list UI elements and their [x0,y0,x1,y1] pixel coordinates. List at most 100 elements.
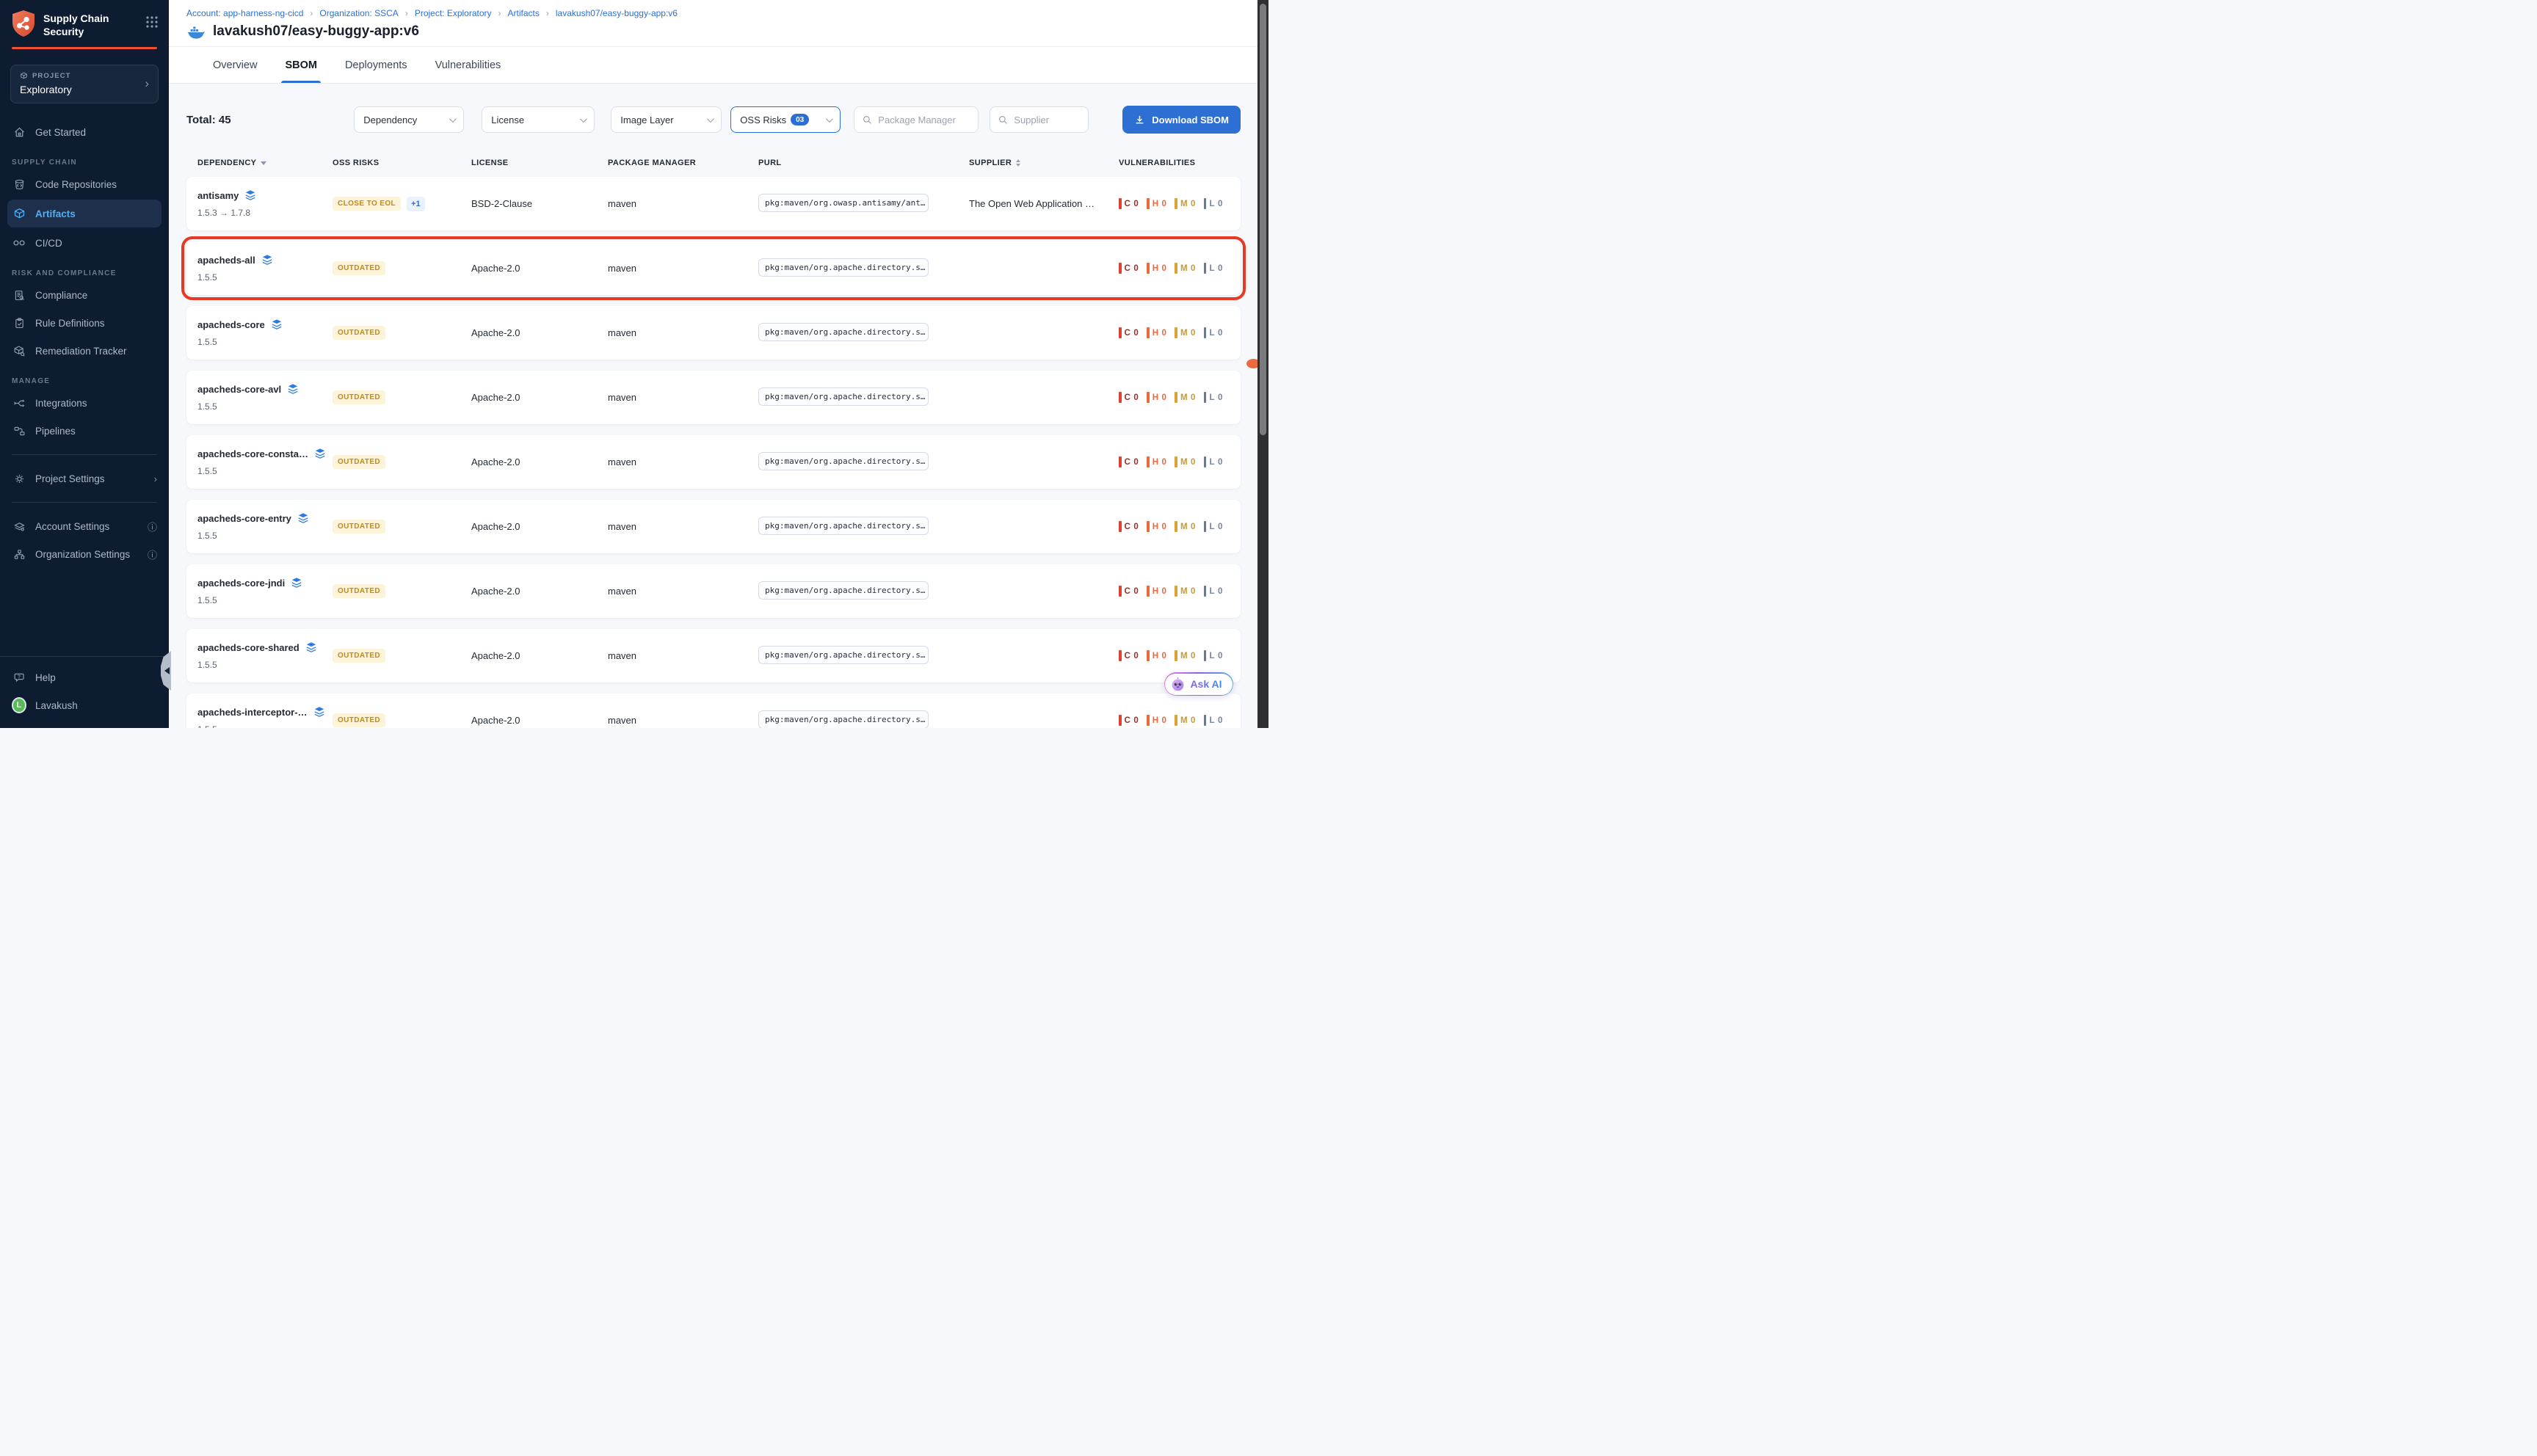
search-icon [998,114,1009,125]
severity-bar [1175,521,1177,532]
breadcrumb-account[interactable]: Account: app-harness-ng-cicd [186,8,303,18]
package-manager-cell: maven [608,521,758,532]
oss-risks-cell: CLOSE TO EOL +1 [333,197,471,211]
license-cell: BSD-2-Clause [471,198,608,209]
oss-risks-cell: OUTDATED [333,390,471,404]
purl-chip[interactable]: pkg:maven/org.apache.directory.s… [758,517,929,535]
license-cell: Apache-2.0 [471,521,608,532]
sidebar-item-cicd[interactable]: CI/CD [0,229,169,257]
vulnerabilities-cell: C0 H0 M0 L0 [1119,392,1241,403]
purl-chip[interactable]: pkg:maven/org.apache.directory.s… [758,710,929,729]
vulnerabilities-cell: C0 H0 M0 L0 [1119,650,1241,661]
severity-bar [1175,392,1177,403]
sidebar-item-get-started[interactable]: Get Started [0,118,169,146]
sidebar-item-account-settings[interactable]: Account Settings ⓘ [0,512,169,540]
low-count: L0 [1204,586,1223,597]
download-sbom-button[interactable]: Download SBOM [1122,106,1241,134]
image-layer-filter-dropdown[interactable]: Image Layer [611,106,722,133]
layers-gear-icon [12,520,26,533]
sidebar-item-remediation-tracker[interactable]: Remediation Tracker [0,337,169,365]
code-repo-icon [12,178,26,191]
table-row[interactable]: apacheds-core-jndi 1.5.5 OUTDATED Apache… [186,564,1241,618]
severity-bar [1204,327,1207,338]
supplier-input[interactable] [1014,114,1081,125]
table-row[interactable]: apacheds-core-entry 1.5.5 OUTDATED Apach… [186,500,1241,553]
license-filter-dropdown[interactable]: License [482,106,595,133]
dependency-cell: antisamy 1.5.3 → 1.7.8 [197,190,333,218]
tab-overview[interactable]: Overview [213,47,257,83]
purl-chip[interactable]: pkg:maven/org.owasp.antisamy/ant… [758,194,929,212]
severity-bar [1204,586,1207,597]
tab-deployments[interactable]: Deployments [345,47,407,83]
purl-chip[interactable]: pkg:maven/org.apache.directory.s… [758,258,929,277]
dependency-name: apacheds-core-consta… [197,448,308,459]
table-row[interactable]: antisamy 1.5.3 → 1.7.8 CLOSE TO EOL +1 B… [186,177,1241,230]
layers-icon [244,190,256,201]
dependency-name: apacheds-core [197,319,265,330]
tab-vulnerabilities[interactable]: Vulnerabilities [435,47,501,83]
table-row[interactable]: apacheds-core-shared 1.5.5 OUTDATED Apac… [186,629,1241,682]
sidebar-item-rule-definitions[interactable]: Rule Definitions [0,309,169,337]
vulnerabilities-cell: C0 H0 M0 L0 [1119,521,1241,532]
vulnerabilities-cell: C0 H0 M0 L0 [1119,327,1241,338]
oss-risk-badge: OUTDATED [333,520,385,534]
purl-chip[interactable]: pkg:maven/org.apache.directory.s… [758,581,929,600]
severity-bar [1147,521,1150,532]
table-row[interactable]: apacheds-core 1.5.5 OUTDATED Apache-2.0 … [186,306,1241,360]
user-menu[interactable]: L Lavakush [0,691,169,719]
scrollbar-thumb[interactable] [1260,4,1266,435]
purl-cell: pkg:maven/org.apache.directory.s… [758,710,969,729]
tab-sbom[interactable]: SBOM [285,47,317,83]
ask-ai-button[interactable]: Ask AI [1164,672,1233,696]
sidebar-item-project-settings[interactable]: Project Settings › [0,465,169,492]
breadcrumb-organization[interactable]: Organization: SSCA [319,8,398,18]
project-name: Exploratory [20,84,149,95]
project-selector[interactable]: PROJECT Exploratory › [10,65,159,103]
oss-risk-badge: CLOSE TO EOL [333,197,401,211]
oss-risks-filter-dropdown[interactable]: OSS Risks 03 [730,106,841,133]
box-wrench-icon [12,345,26,357]
oss-risks-cell: OUTDATED [333,713,471,727]
layers-icon [291,578,302,589]
package-icon [12,208,26,220]
severity-bar [1119,456,1122,467]
help-chat-icon: ? [12,671,26,684]
sidebar-item-code-repositories[interactable]: Code Repositories [0,170,169,198]
breadcrumb-artifact-name[interactable]: lavakush07/easy-buggy-app:v6 [556,8,678,18]
package-manager-input[interactable] [878,114,970,125]
sidebar-item-integrations[interactable]: Integrations [0,389,169,417]
severity-bar [1119,715,1122,726]
oss-risks-count-badge: 03 [791,114,809,125]
table-row[interactable]: apacheds-core-avl 1.5.5 OUTDATED Apache-… [186,371,1241,424]
module-grid-icon[interactable] [145,15,159,29]
severity-bar [1175,715,1177,726]
page-scrollbar[interactable] [1257,0,1268,728]
dependency-version: 1.5.5 [197,401,333,412]
table-row[interactable]: apacheds-core-consta… 1.5.5 OUTDATED Apa… [186,435,1241,489]
column-header-supplier[interactable]: SUPPLIER [969,159,1119,167]
breadcrumb-project[interactable]: Project: Exploratory [415,8,492,18]
severity-bar [1204,198,1207,209]
table-row[interactable]: apacheds-all 1.5.5 OUTDATED Apache-2.0 m… [186,241,1241,295]
purl-chip[interactable]: pkg:maven/org.apache.directory.s… [758,646,929,664]
oss-risks-cell: OUTDATED [333,261,471,275]
purl-cell: pkg:maven/org.apache.directory.s… [758,581,969,602]
purl-chip[interactable]: pkg:maven/org.apache.directory.s… [758,387,929,406]
breadcrumb-artifacts[interactable]: Artifacts [508,8,540,18]
dependency-filter-dropdown[interactable]: Dependency [354,106,464,133]
purl-chip[interactable]: pkg:maven/org.apache.directory.s… [758,452,929,470]
sidebar-item-organization-settings[interactable]: Organization Settings ⓘ [0,540,169,568]
oss-risk-extra-badge[interactable]: +1 [407,197,425,211]
vulnerabilities-cell: C0 H0 M0 L0 [1119,198,1241,209]
severity-bar [1147,650,1150,661]
package-manager-cell: maven [608,263,758,274]
sidebar-item-compliance[interactable]: Compliance [0,281,169,309]
table-row[interactable]: apacheds-interceptor-… 1.5.5 OUTDATED Ap… [186,694,1241,728]
home-icon [12,126,26,139]
sidebar-item-artifacts[interactable]: Artifacts [7,200,161,228]
sidebar-item-pipelines[interactable]: Pipelines [0,417,169,445]
column-header-dependency[interactable]: DEPENDENCY [197,159,333,167]
purl-chip[interactable]: pkg:maven/org.apache.directory.s… [758,323,929,341]
sidebar-item-help[interactable]: ? Help [0,663,169,691]
severity-bar [1147,327,1150,338]
